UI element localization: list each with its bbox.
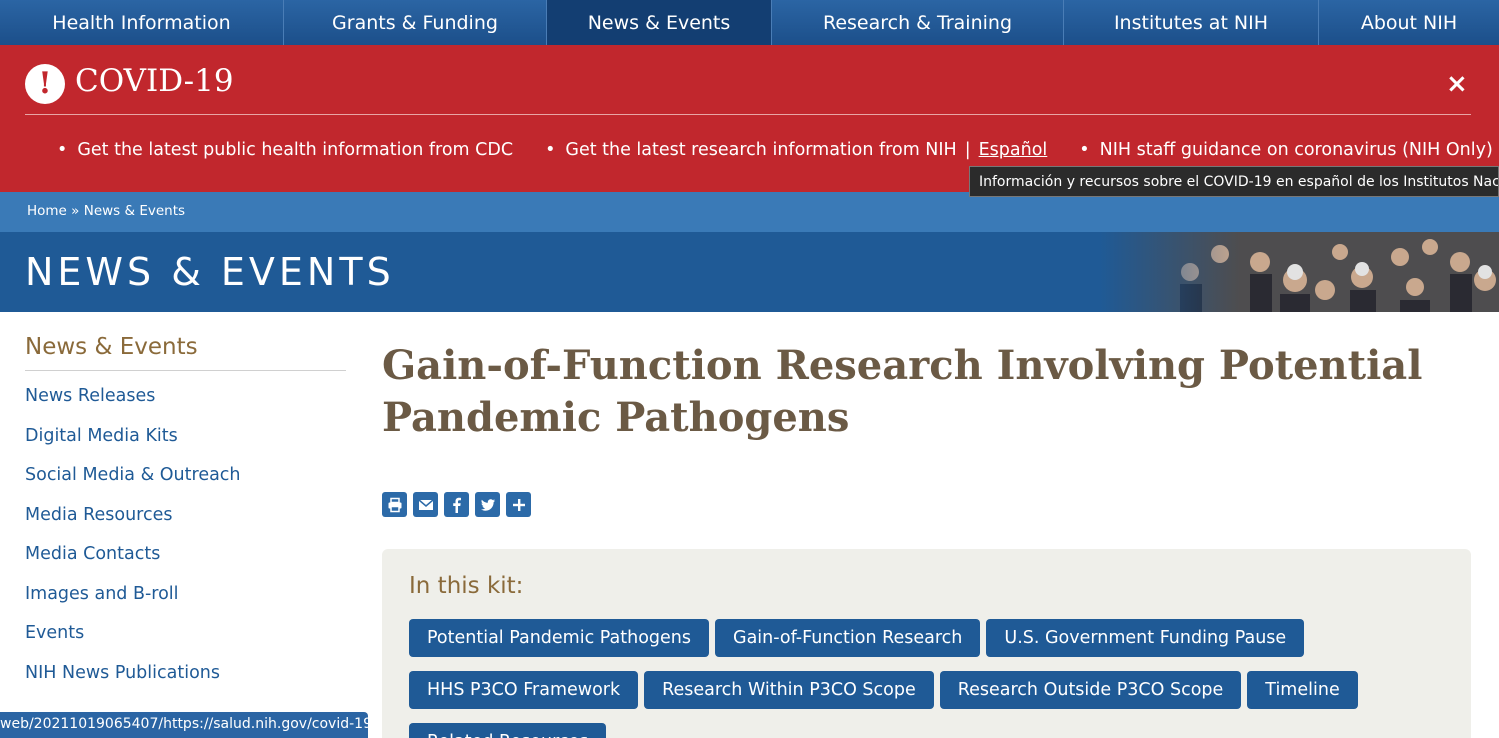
audience-photo bbox=[1100, 232, 1499, 312]
sidebar-item-events[interactable]: Events bbox=[25, 623, 346, 663]
bullet: • bbox=[1079, 140, 1090, 160]
nav-health-information[interactable]: Health Information bbox=[0, 0, 284, 45]
kit-button-research-within-scope[interactable]: Research Within P3CO Scope bbox=[644, 671, 934, 709]
sidebar-item-social-media[interactable]: Social Media & Outreach bbox=[25, 465, 346, 505]
print-icon[interactable] bbox=[382, 492, 407, 517]
section-title: NEWS & EVENTS bbox=[25, 250, 395, 294]
divider bbox=[25, 114, 1471, 115]
link-separator: | bbox=[964, 140, 971, 160]
facebook-icon[interactable] bbox=[444, 492, 469, 517]
kit-button-timeline[interactable]: Timeline bbox=[1247, 671, 1358, 709]
status-bar-url: web/20211019065407/https://salud.nih.gov… bbox=[0, 712, 368, 738]
nav-about-nih[interactable]: About NIH bbox=[1319, 0, 1499, 45]
kit-button-gain-of-function-research[interactable]: Gain-of-Function Research bbox=[715, 619, 981, 657]
sidebar-item-media-resources[interactable]: Media Resources bbox=[25, 505, 346, 545]
kit-heading: In this kit: bbox=[409, 573, 524, 599]
sidebar-item-media-contacts[interactable]: Media Contacts bbox=[25, 544, 346, 584]
close-icon[interactable]: × bbox=[1446, 70, 1468, 98]
page-title: Gain-of-Function Research Involving Pote… bbox=[382, 342, 1423, 441]
share-toolbar bbox=[382, 492, 531, 517]
nav-grants-funding[interactable]: Grants & Funding bbox=[284, 0, 547, 45]
breadcrumb-news-events[interactable]: News & Events bbox=[84, 203, 185, 219]
covid-banner-title: COVID-19 bbox=[75, 63, 234, 99]
sidebar-item-images-broll[interactable]: Images and B-roll bbox=[25, 584, 346, 624]
breadcrumb-home[interactable]: Home bbox=[27, 203, 67, 219]
nav-institutes-at-nih[interactable]: Institutes at NIH bbox=[1064, 0, 1319, 45]
media-kit-panel: In this kit: Potential Pandemic Pathogen… bbox=[382, 549, 1471, 738]
email-icon[interactable] bbox=[413, 492, 438, 517]
sidebar-item-news-releases[interactable]: News Releases bbox=[25, 386, 346, 426]
espanol-link-tooltip: Información y recursos sobre el COVID-19… bbox=[969, 166, 1499, 197]
bullet: • bbox=[545, 140, 556, 160]
twitter-icon[interactable] bbox=[475, 492, 500, 517]
kit-button-hhs-p3co-framework[interactable]: HHS P3CO Framework bbox=[409, 671, 639, 709]
cdc-info-link[interactable]: Get the latest public health information… bbox=[77, 140, 513, 160]
breadcrumb: Home » News & Events bbox=[0, 192, 1499, 232]
sidebar-item-digital-media-kits[interactable]: Digital Media Kits bbox=[25, 426, 346, 466]
sidebar-heading: News & Events bbox=[25, 334, 346, 371]
top-navigation: Health Information Grants & Funding News… bbox=[0, 0, 1499, 45]
breadcrumb-separator: » bbox=[71, 203, 80, 219]
staff-guidance-link[interactable]: NIH staff guidance on coronavirus (NIH O… bbox=[1100, 140, 1493, 160]
sidebar-nav: News Releases Digital Media Kits Social … bbox=[25, 386, 346, 702]
nav-research-training[interactable]: Research & Training bbox=[772, 0, 1064, 45]
bullet: • bbox=[57, 140, 68, 160]
sidebar-item-publications[interactable]: NIH News Publications bbox=[25, 663, 346, 703]
alert-exclamation-icon: ! bbox=[25, 64, 65, 104]
covid-links: • Get the latest public health informati… bbox=[57, 140, 1493, 160]
nih-research-link[interactable]: Get the latest research information from… bbox=[565, 140, 956, 160]
kit-button-research-outside-scope[interactable]: Research Outside P3CO Scope bbox=[939, 671, 1242, 709]
plus-icon[interactable] bbox=[506, 492, 531, 517]
kit-button-related-resources[interactable]: Related Resources bbox=[409, 723, 607, 738]
section-header: NEWS & EVENTS bbox=[0, 232, 1499, 312]
kit-button-funding-pause[interactable]: U.S. Government Funding Pause bbox=[986, 619, 1305, 657]
nav-news-events[interactable]: News & Events bbox=[547, 0, 772, 45]
kit-buttons: Potential Pandemic Pathogens Gain-of-Fun… bbox=[409, 619, 1459, 738]
sidebar: News & Events News Releases Digital Medi… bbox=[25, 334, 346, 702]
kit-button-potential-pandemic-pathogens[interactable]: Potential Pandemic Pathogens bbox=[409, 619, 710, 657]
espanol-link[interactable]: Español bbox=[979, 140, 1048, 160]
